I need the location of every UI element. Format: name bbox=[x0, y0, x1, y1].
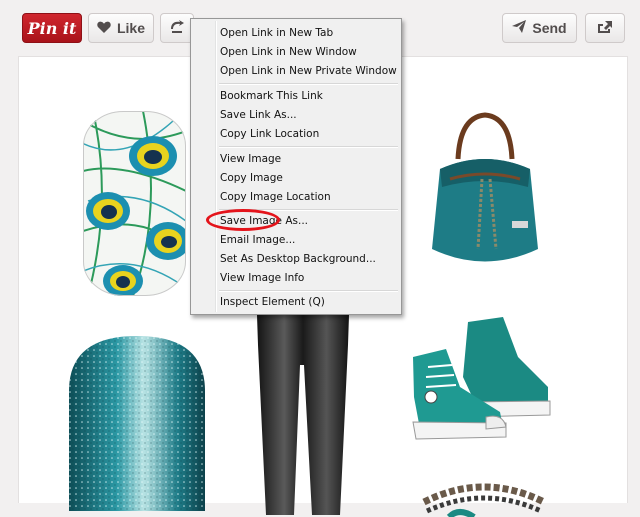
like-button[interactable]: Like bbox=[88, 13, 154, 43]
send-label: Send bbox=[532, 20, 567, 36]
like-label: Like bbox=[116, 20, 145, 36]
menu-item-open-link-private-window[interactable]: Open Link in New Private Window bbox=[220, 62, 397, 80]
menu-item-view-image[interactable]: View Image bbox=[220, 150, 281, 168]
teal-sneakers-image bbox=[412, 317, 551, 440]
black-leggings-image bbox=[256, 285, 350, 515]
menu-item-copy-image-location[interactable]: Copy Image Location bbox=[220, 188, 331, 206]
menu-item-set-desktop-background[interactable]: Set As Desktop Background... bbox=[220, 250, 376, 268]
pin-it-label: Pin it bbox=[27, 18, 77, 38]
menu-separator bbox=[219, 83, 398, 85]
menu-item-open-link-new-tab[interactable]: Open Link in New Tab bbox=[220, 24, 333, 42]
menu-separator bbox=[219, 290, 398, 292]
menu-icon-gutter bbox=[215, 21, 217, 312]
context-menu: Open Link in New Tab Open Link in New Wi… bbox=[190, 18, 402, 315]
menu-item-copy-image[interactable]: Copy Image bbox=[220, 169, 283, 187]
menu-item-inspect-element[interactable]: Inspect Element (Q) bbox=[220, 293, 325, 311]
share-button[interactable] bbox=[585, 13, 625, 43]
highlight-circle-annotation bbox=[206, 209, 280, 231]
teal-bucket-bag-image bbox=[432, 112, 538, 262]
menu-item-email-image[interactable]: Email Image... bbox=[220, 231, 295, 249]
peacock-nail-image bbox=[83, 111, 186, 296]
send-plane-icon bbox=[512, 20, 527, 36]
repin-icon bbox=[169, 19, 185, 37]
menu-item-bookmark-link[interactable]: Bookmark This Link bbox=[220, 87, 323, 105]
pin-it-button[interactable]: Pin it bbox=[22, 13, 82, 43]
menu-item-copy-link-location[interactable]: Copy Link Location bbox=[220, 125, 319, 143]
menu-item-open-link-new-window[interactable]: Open Link in New Window bbox=[220, 43, 357, 61]
menu-item-save-link-as[interactable]: Save Link As... bbox=[220, 106, 297, 124]
menu-item-view-image-info[interactable]: View Image Info bbox=[220, 269, 304, 287]
menu-separator bbox=[219, 146, 398, 148]
chain-bracelet-image bbox=[422, 483, 546, 517]
send-button[interactable]: Send bbox=[502, 13, 577, 43]
share-arrow-icon bbox=[597, 20, 613, 37]
teal-glitter-nail-image bbox=[69, 336, 205, 511]
repin-button[interactable] bbox=[160, 13, 194, 43]
heart-icon bbox=[97, 20, 111, 36]
